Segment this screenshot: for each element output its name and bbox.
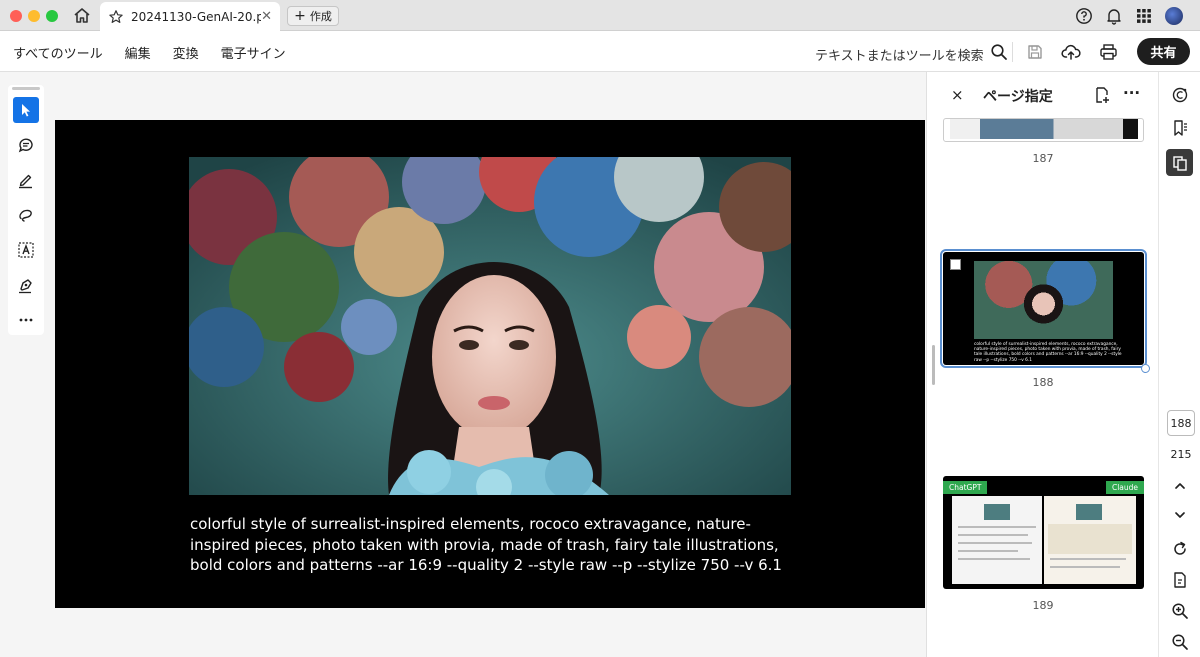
thumbnail-caption: colorful style of surrealist-inspired el… xyxy=(974,342,1122,363)
comment-tool-icon[interactable] xyxy=(13,132,39,158)
page-thumbnail-187[interactable] xyxy=(943,118,1144,142)
pdf-page: colorful style of surrealist-inspired el… xyxy=(55,120,925,608)
draw-lasso-icon[interactable] xyxy=(13,202,39,228)
chatgpt-screen xyxy=(952,496,1042,584)
more-tools-icon[interactable] xyxy=(13,307,39,333)
insert-page-icon[interactable] xyxy=(1093,86,1111,108)
left-toolbar xyxy=(8,85,44,335)
tool-search[interactable]: テキストまたはツールを検索 xyxy=(815,43,1008,65)
menu-edit[interactable]: 編集 xyxy=(125,43,151,62)
claude-screen xyxy=(1044,496,1136,584)
previous-page-icon[interactable] xyxy=(1168,474,1192,498)
claude-tag: Claude xyxy=(1105,481,1144,494)
minimize-window-button[interactable] xyxy=(28,10,40,22)
signature-pen-icon[interactable] xyxy=(13,272,39,298)
menu-convert[interactable]: 変換 xyxy=(173,43,199,62)
close-tab-icon[interactable]: ✕ xyxy=(261,9,272,24)
search-icon xyxy=(990,43,1008,65)
organize-pages-icon[interactable] xyxy=(1166,149,1193,176)
thumbnail-checkbox[interactable] xyxy=(950,259,961,270)
current-page-input[interactable]: 188 xyxy=(1167,410,1195,436)
ai-assistant-icon[interactable] xyxy=(1168,83,1192,107)
chatgpt-tag: ChatGPT xyxy=(943,481,988,494)
page-organize-panel: × ページ指定 ··· 187 colorful style of surrea… xyxy=(926,72,1158,657)
title-bar: 20241130-GenAI-20.pdf ✕ + 作成 xyxy=(0,0,1200,31)
more-options-icon[interactable]: ··· xyxy=(1123,84,1140,102)
create-button[interactable]: + 作成 xyxy=(287,6,339,26)
rotate-refresh-icon[interactable] xyxy=(1168,537,1192,561)
star-icon[interactable] xyxy=(108,9,124,25)
page-thumbnail-188[interactable]: colorful style of surrealist-inspired el… xyxy=(940,249,1147,368)
thumbnail-resize-handle[interactable] xyxy=(1141,364,1150,373)
document-tab[interactable]: 20241130-GenAI-20.pdf ✕ xyxy=(100,2,280,31)
next-page-icon[interactable] xyxy=(1168,503,1192,527)
home-icon[interactable] xyxy=(72,6,92,26)
page-number-187: 187 xyxy=(1032,152,1054,165)
zoom-out-icon[interactable] xyxy=(1168,630,1192,654)
text-box-icon[interactable] xyxy=(13,237,39,263)
zoom-in-icon[interactable] xyxy=(1168,599,1192,623)
help-icon[interactable] xyxy=(1074,6,1094,26)
create-label: 作成 xyxy=(309,10,332,23)
page-thumbnail-189[interactable]: ChatGPT Claude xyxy=(943,476,1144,589)
right-rail: 188 215 xyxy=(1158,72,1200,657)
menu-bar: すべてのツール 編集 変換 電子サイン テキストまたはツールを検索 共有 xyxy=(0,31,1200,72)
tab-title: 20241130-GenAI-20.pdf xyxy=(131,9,262,24)
account-avatar[interactable] xyxy=(1164,6,1184,26)
apps-grid-icon[interactable] xyxy=(1134,6,1154,26)
share-button[interactable]: 共有 xyxy=(1137,38,1190,65)
panel-title: ページ指定 xyxy=(983,89,1053,105)
select-tool-icon[interactable] xyxy=(13,97,39,123)
print-icon[interactable] xyxy=(1097,41,1119,63)
page-number-189: 189 xyxy=(1032,599,1054,612)
thumbnail-image xyxy=(974,261,1113,339)
cloud-upload-icon[interactable] xyxy=(1060,41,1082,63)
toolbar-grip[interactable] xyxy=(12,87,40,90)
notification-bell-icon[interactable] xyxy=(1104,6,1124,26)
menu-all-tools[interactable]: すべてのツール xyxy=(13,43,103,62)
close-panel-icon[interactable]: × xyxy=(951,86,964,104)
page-info-icon[interactable] xyxy=(1168,568,1192,592)
bookmark-icon[interactable] xyxy=(1168,116,1192,140)
page-caption: colorful style of surrealist-inspired el… xyxy=(190,515,782,574)
save-icon[interactable] xyxy=(1024,41,1046,63)
toolbar-divider xyxy=(1012,42,1013,62)
close-window-button[interactable] xyxy=(10,10,22,22)
search-label: テキストまたはツールを検索 xyxy=(815,48,984,64)
total-pages: 215 xyxy=(1170,448,1192,461)
portrait-flower-crown-image xyxy=(189,157,791,495)
zoom-window-button[interactable] xyxy=(46,10,58,22)
plus-icon: + xyxy=(294,8,306,24)
highlight-pen-icon[interactable] xyxy=(13,167,39,193)
menu-e-sign[interactable]: 電子サイン xyxy=(221,43,286,62)
page-number-188: 188 xyxy=(1032,376,1054,389)
